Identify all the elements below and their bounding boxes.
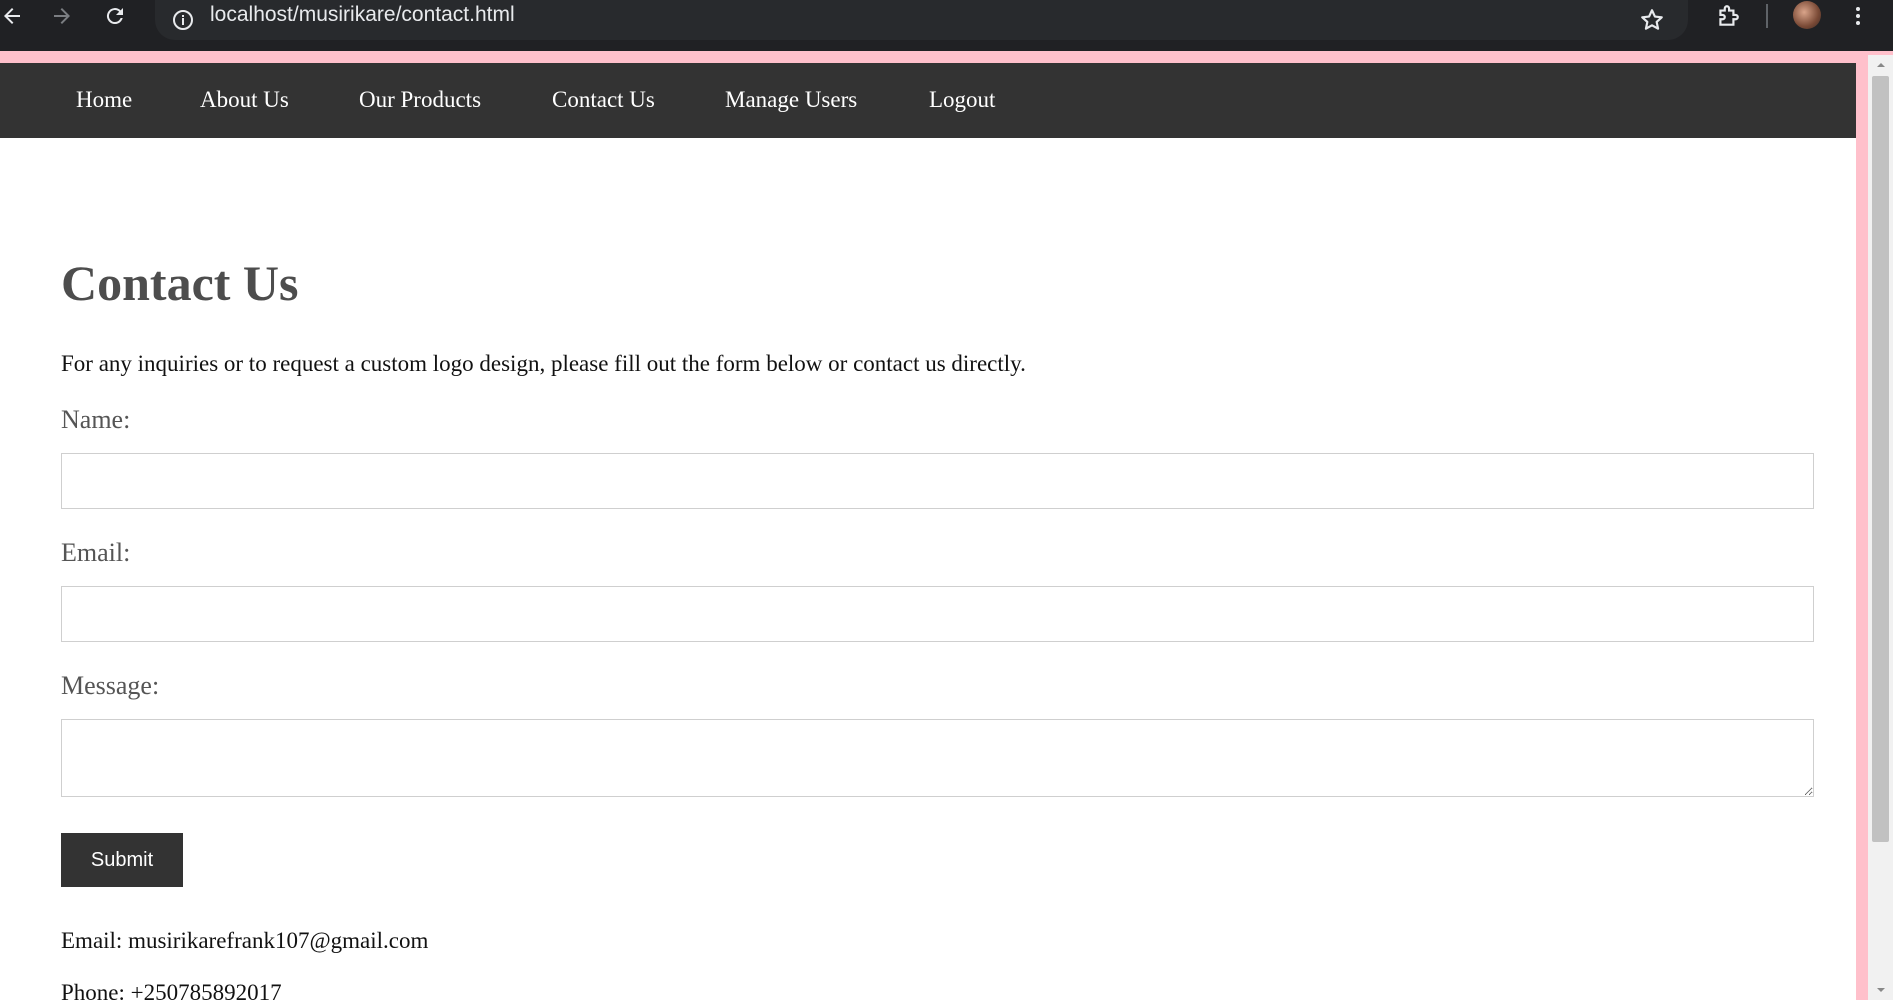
message-textarea[interactable] bbox=[61, 719, 1814, 797]
star-icon[interactable] bbox=[1636, 4, 1668, 36]
nav-home[interactable]: Home bbox=[76, 87, 132, 113]
name-input[interactable] bbox=[61, 453, 1814, 509]
contact-phone: Phone: +250785892017 bbox=[61, 980, 282, 1000]
nav-contact-us[interactable]: Contact Us bbox=[552, 87, 655, 113]
forward-icon[interactable] bbox=[46, 0, 78, 32]
extensions-icon[interactable] bbox=[1712, 0, 1744, 32]
intro-text: For any inquiries or to request a custom… bbox=[61, 351, 1026, 376]
scroll-up-icon[interactable] bbox=[1868, 55, 1893, 75]
info-icon[interactable] bbox=[167, 4, 199, 36]
browser-toolbar: localhost/musirikare/contact.html bbox=[0, 0, 1893, 51]
page-scrollbar[interactable] bbox=[1868, 55, 1893, 1000]
top-navigation: Home About Us Our Products Contact Us Ma… bbox=[0, 63, 1856, 138]
nav-our-products[interactable]: Our Products bbox=[359, 87, 481, 113]
address-bar[interactable]: localhost/musirikare/contact.html bbox=[155, 0, 1688, 40]
nav-manage-users[interactable]: Manage Users bbox=[725, 87, 857, 113]
url-text[interactable]: localhost/musirikare/contact.html bbox=[210, 3, 515, 27]
avatar[interactable] bbox=[1793, 1, 1821, 29]
message-label: Message: bbox=[61, 671, 160, 700]
page-content: Home About Us Our Products Contact Us Ma… bbox=[0, 63, 1856, 1000]
nav-logout[interactable]: Logout bbox=[929, 87, 995, 113]
submit-button[interactable]: Submit bbox=[61, 833, 183, 887]
reload-icon[interactable] bbox=[99, 0, 131, 32]
nav-about-us[interactable]: About Us bbox=[200, 87, 289, 113]
email-label: Email: bbox=[61, 538, 131, 567]
scroll-thumb[interactable] bbox=[1872, 76, 1889, 842]
scroll-down-icon[interactable] bbox=[1868, 980, 1893, 1000]
name-label: Name: bbox=[61, 405, 131, 434]
menu-icon[interactable] bbox=[1846, 0, 1870, 32]
back-icon[interactable] bbox=[0, 0, 24, 32]
email-input[interactable] bbox=[61, 586, 1814, 642]
page-title: Contact Us bbox=[61, 255, 299, 311]
toolbar-divider bbox=[1766, 4, 1768, 28]
contact-email: Email: musirikarefrank107@gmail.com bbox=[61, 928, 429, 953]
